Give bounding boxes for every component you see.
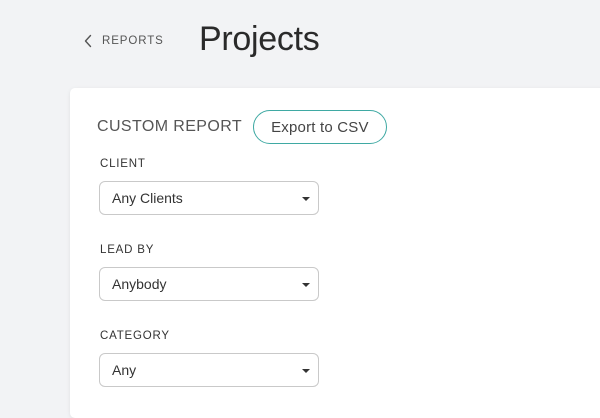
client-select-value: Any Clients: [112, 190, 183, 206]
lead-by-select-value: Anybody: [112, 276, 167, 292]
caret-down-icon: [302, 283, 310, 287]
client-select[interactable]: Any Clients: [99, 181, 319, 215]
report-header: CUSTOM REPORT Export to CSV: [97, 110, 387, 144]
back-link-label: REPORTS: [102, 35, 164, 47]
category-select[interactable]: Any: [99, 353, 319, 387]
category-select-value: Any: [112, 362, 137, 378]
back-to-reports-link[interactable]: REPORTS: [84, 34, 164, 48]
custom-report-card: CUSTOM REPORT Export to CSV CLIENT Any C…: [70, 88, 600, 418]
client-filter-label: CLIENT: [100, 158, 146, 170]
lead-by-select[interactable]: Anybody: [99, 267, 319, 301]
caret-down-icon: [302, 369, 310, 373]
lead-by-filter-label: LEAD BY: [100, 244, 155, 256]
caret-down-icon: [302, 197, 310, 201]
report-title: CUSTOM REPORT: [97, 118, 243, 135]
page-title: Projects: [199, 20, 320, 58]
category-filter-label: CATEGORY: [100, 330, 170, 342]
export-csv-button[interactable]: Export to CSV: [253, 110, 387, 144]
chevron-left-icon: [84, 34, 92, 48]
